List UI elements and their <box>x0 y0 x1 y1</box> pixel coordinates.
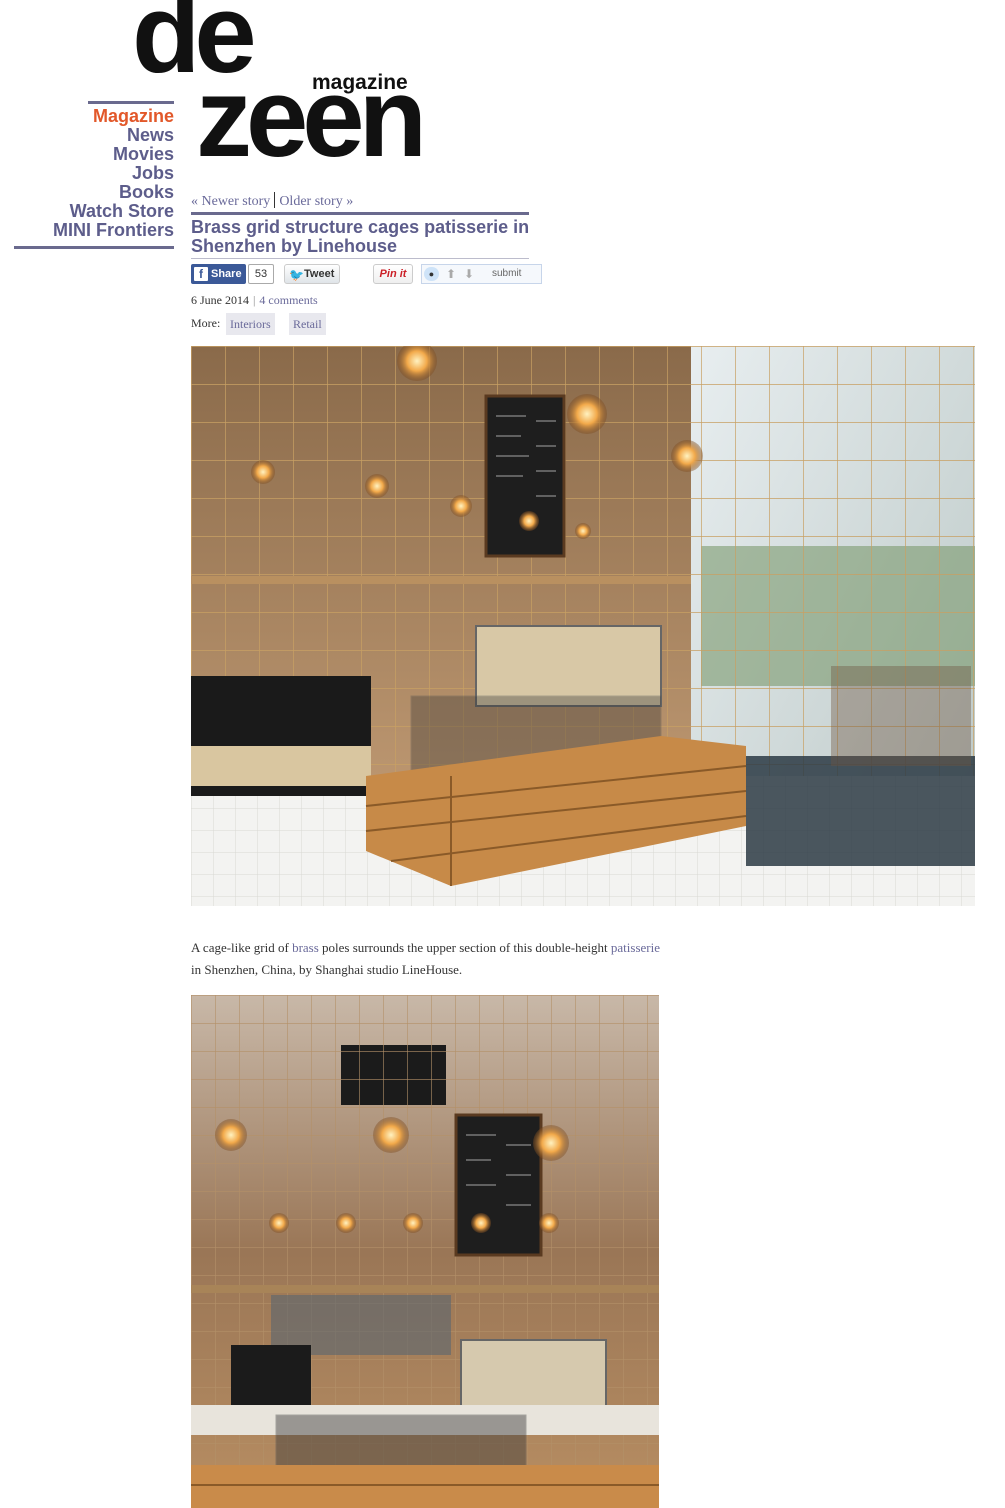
story-navigation: « Newer story Older story » <box>191 192 353 210</box>
comments-link[interactable]: 4 comments <box>259 293 317 307</box>
facebook-share-count: 53 <box>248 264 274 284</box>
tag-interiors[interactable]: Interiors <box>226 313 275 335</box>
nav-item-movies[interactable]: Movies <box>53 145 174 164</box>
nav-bottom-divider <box>14 246 174 249</box>
tag-retail[interactable]: Retail <box>289 313 326 335</box>
meta-separator: | <box>253 293 256 307</box>
body-text-part-3: in Shenzhen, China, by Shanghai studio L… <box>191 962 463 977</box>
facebook-share-label: Share <box>211 268 242 280</box>
more-label: More: <box>191 316 221 330</box>
title-bottom-divider <box>191 258 529 259</box>
nav-item-jobs[interactable]: Jobs <box>53 164 174 183</box>
article-photo-1 <box>191 346 975 906</box>
article-title: Brass grid structure cages patisserie in… <box>191 217 530 256</box>
brass-link[interactable]: brass <box>292 940 319 955</box>
reddit-widget: ● ⬆ ⬇ submit <box>421 264 542 284</box>
pinterest-pin-button[interactable]: Pin it <box>373 264 413 284</box>
share-buttons: f Share 53 🐦 Tweet Pin it ● ⬆ ⬇ submit <box>191 264 551 284</box>
article-meta: 6 June 2014 | 4 comments <box>191 293 318 308</box>
reddit-upvote-icon[interactable]: ⬆ <box>446 265 456 283</box>
article-date: 6 June 2014 <box>191 293 249 307</box>
story-nav-separator <box>274 192 276 208</box>
body-text-part-1: A cage-like grid of <box>191 940 293 955</box>
reddit-alien-icon: ● <box>424 267 439 281</box>
nav-item-news[interactable]: News <box>53 126 174 145</box>
article-body-paragraph: A cage-like grid of brass poles surround… <box>191 937 661 981</box>
nav-item-books[interactable]: Books <box>53 183 174 202</box>
tweet-button[interactable]: 🐦 Tweet <box>284 264 340 284</box>
tweet-label: Tweet <box>304 268 335 280</box>
logo-zeen: zeen <box>196 55 427 180</box>
older-story-link[interactable]: Older story » <box>279 194 353 209</box>
nav-item-magazine[interactable]: Magazine <box>53 107 174 126</box>
nav-item-watch-store[interactable]: Watch Store <box>53 202 174 221</box>
patisserie-link[interactable]: patisserie <box>611 940 660 955</box>
title-top-divider <box>191 212 529 215</box>
nav-top-divider <box>88 101 174 104</box>
dezeen-logo[interactable]: de magazine zeen <box>132 0 432 174</box>
body-text-part-2: poles surrounds the upper section of thi… <box>318 940 611 955</box>
reddit-downvote-icon[interactable]: ⬇ <box>464 265 474 283</box>
reddit-submit-button[interactable]: submit <box>492 265 521 283</box>
facebook-icon: f <box>194 267 208 281</box>
twitter-bird-icon: 🐦 <box>289 268 304 282</box>
facebook-share-button[interactable]: f Share <box>191 264 246 284</box>
newer-story-link[interactable]: « Newer story <box>191 194 270 209</box>
nav-item-mini-frontiers[interactable]: MINI Frontiers <box>53 221 174 240</box>
article-photo-2 <box>191 995 659 1508</box>
